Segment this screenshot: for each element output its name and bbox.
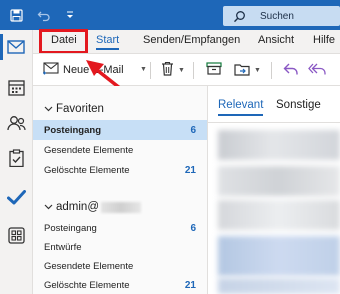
save-icon[interactable] (8, 7, 24, 23)
unread-count: 6 (190, 222, 196, 234)
folder-label: Gesendete Elemente (44, 144, 134, 156)
separator (150, 62, 151, 79)
delete-icon (161, 61, 174, 79)
account-header[interactable]: admin@ (44, 201, 141, 213)
new-mail-icon (43, 62, 59, 78)
chevron-down-icon (44, 202, 54, 212)
folder-label: Gelöschte Elemente (44, 164, 130, 176)
reply-icon (283, 62, 299, 79)
command-bar: Neue E-Mail ▼ ▼ ▼ (33, 53, 340, 86)
tab-other[interactable]: Sonstige (276, 99, 321, 111)
archive-button[interactable] (206, 60, 222, 80)
search-placeholder: Suchen (260, 10, 294, 22)
tasks-icon[interactable] (5, 147, 27, 169)
new-mail-dropdown-icon[interactable]: ▼ (140, 66, 147, 73)
apps-icon[interactable] (5, 224, 27, 246)
tab-view[interactable]: Ansicht (258, 34, 294, 46)
message-item[interactable] (218, 130, 340, 160)
reply-all-button[interactable] (308, 60, 328, 80)
folder-item-inbox[interactable]: Posteingang 6 (33, 218, 207, 238)
chevron-down-icon (44, 104, 54, 114)
folder-pane: Favoriten Posteingang 6 Gesendete Elemen… (33, 86, 208, 294)
file-tab-highlight-box (39, 29, 88, 54)
tab-send-receive[interactable]: Senden/Empfangen (143, 34, 240, 46)
separator (193, 62, 194, 79)
reply-button[interactable] (283, 60, 299, 80)
redacted-account-name (101, 201, 141, 213)
unread-count: 21 (184, 279, 196, 291)
folder-item-sent[interactable]: Gesendete Elemente (33, 256, 207, 276)
folder-label: Entwürfe (44, 241, 82, 253)
folder-label: Posteingang (44, 124, 102, 136)
calendar-icon[interactable] (5, 76, 27, 98)
favorites-header[interactable]: Favoriten (44, 103, 104, 115)
undo-icon[interactable] (36, 7, 52, 23)
folder-item-drafts[interactable]: Entwürfe (33, 237, 207, 257)
archive-icon (206, 62, 222, 78)
reply-all-icon (308, 62, 328, 79)
tab-start[interactable]: Start (96, 34, 120, 50)
folder-label: Gelöschte Elemente (44, 279, 130, 291)
move-dropdown-icon[interactable]: ▼ (254, 67, 261, 74)
folder-label: Gesendete Elemente (44, 260, 134, 272)
unread-count: 21 (184, 164, 196, 176)
unread-count: 6 (190, 124, 196, 136)
new-mail-button[interactable]: Neue E-Mail (43, 60, 124, 80)
message-item[interactable] (218, 166, 340, 196)
search-input[interactable]: Suchen (223, 6, 340, 26)
app-rail (0, 30, 33, 294)
message-item[interactable] (218, 200, 340, 230)
todo-check-icon[interactable] (5, 186, 27, 208)
message-item[interactable] (218, 236, 340, 276)
message-list: Relevant Sonstige (208, 86, 340, 294)
message-item[interactable] (218, 278, 340, 294)
account-label: admin@ (56, 201, 99, 213)
tab-help[interactable]: Hilfe (313, 34, 335, 46)
delete-button[interactable]: ▼ (161, 60, 185, 80)
title-bar: Suchen (0, 0, 340, 30)
folder-item-favorites-sent[interactable]: Gesendete Elemente (33, 140, 207, 160)
separator (271, 62, 272, 79)
customize-dropdown-icon[interactable] (62, 7, 78, 23)
mail-icon[interactable] (0, 34, 27, 60)
folder-item-favorites-deleted[interactable]: Gelöschte Elemente 21 (33, 160, 207, 180)
folder-label: Posteingang (44, 222, 97, 234)
delete-dropdown-icon[interactable]: ▼ (178, 67, 185, 74)
search-icon (232, 9, 246, 23)
favorites-label: Favoriten (56, 103, 104, 115)
folder-item-favorites-inbox[interactable]: Posteingang 6 (33, 120, 207, 140)
divider (208, 122, 340, 123)
people-icon[interactable] (5, 112, 27, 134)
move-button[interactable]: ▼ (234, 60, 261, 80)
move-folder-icon (234, 62, 250, 79)
new-mail-label: Neue E-Mail (63, 64, 124, 76)
tab-relevant[interactable]: Relevant (218, 99, 264, 116)
folder-item-deleted[interactable]: Gelöschte Elemente 21 (33, 275, 207, 294)
